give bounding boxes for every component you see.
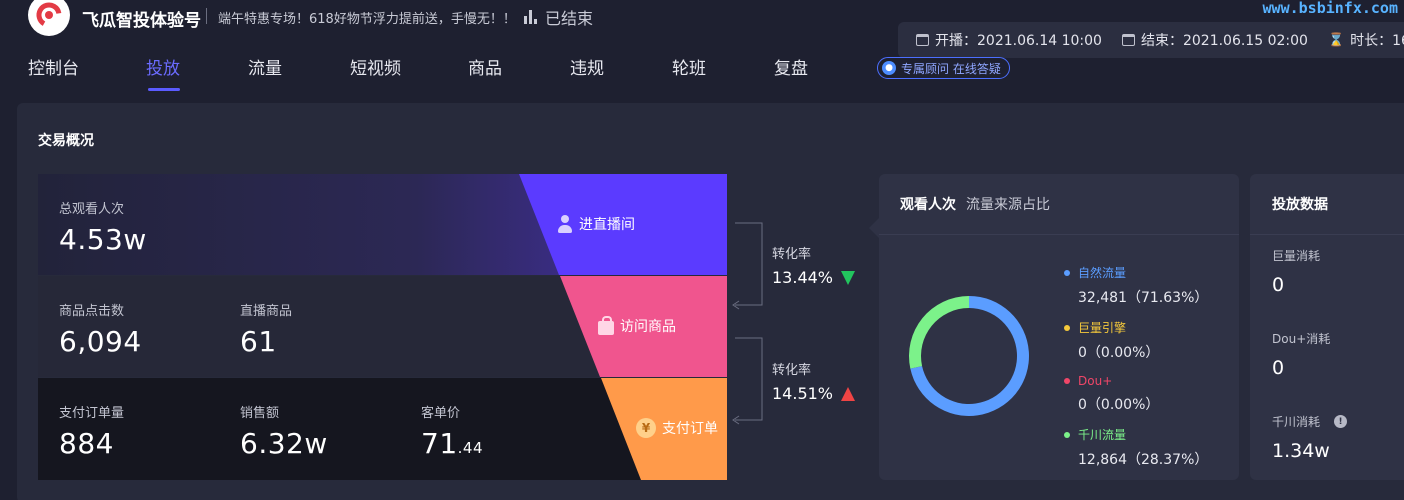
tab-review[interactable]: 复盘 <box>774 54 808 79</box>
promo-text: 端午特惠专场！618好物节浮力提前送，手慢无！！ <box>218 12 516 27</box>
ad-spend-title: 投放数据 <box>1272 197 1328 213</box>
spend-juliang: 巨量消耗 0 <box>1272 249 1321 296</box>
spend-douplus: Dou+消耗 0 <box>1272 332 1331 379</box>
traffic-donut-chart <box>909 296 1029 416</box>
traffic-card-title: 观看人次 流量来源占比 <box>900 197 1050 213</box>
calendar-icon <box>916 34 929 46</box>
tab-shifts[interactable]: 轮班 <box>672 54 706 79</box>
ad-spend-card: 投放数据 巨量消耗 0 Dou+消耗 0 千川消耗! 1.34w <box>1250 174 1404 480</box>
tab-violations[interactable]: 违规 <box>570 54 604 79</box>
shopping-bag-icon <box>598 316 614 335</box>
live-status: 已结束 <box>524 5 593 29</box>
end-time: 结束：2021.06.15 02:00 <box>1140 33 1308 49</box>
legend-value: 12,864（28.37%） <box>1078 452 1209 468</box>
conversion-rate-2: 转化率 14.51% <box>772 359 856 403</box>
tab-ads[interactable]: 投放 <box>146 54 180 79</box>
trend-up-icon <box>841 386 856 401</box>
status-text: 已结束 <box>545 9 594 28</box>
tab-console[interactable]: 控制台 <box>28 54 79 79</box>
consultant-button[interactable]: ● 专属顾问 在线答疑 <box>877 57 1010 79</box>
conversion-connectors <box>732 222 763 425</box>
chat-icon: ● <box>882 61 896 75</box>
tab-traffic[interactable]: 流量 <box>248 54 282 79</box>
broadcast-time-bar: 开播：2021.06.14 10:00 结束：2021.06.15 02:00 … <box>898 22 1404 58</box>
legend-value: 0（0.00%） <box>1078 345 1160 361</box>
legend-value: 0（0.00%） <box>1078 397 1160 413</box>
trade-overview-panel: 交易概况 总观看人次 4.53w 商品点击数 6,094 直播商品 61 支付订… <box>17 103 1404 500</box>
legend-item: 千川流量 12,864（28.37%） <box>1064 426 1208 469</box>
consultant-label: 专属顾问 在线答疑 <box>901 61 1001 76</box>
duration: 时长：16：0 <box>1350 33 1404 49</box>
legend-item: 自然流量 32,481（71.63%） <box>1064 264 1208 307</box>
legend-dot <box>1064 431 1070 438</box>
legend-item: Dou+ 0（0.00%） <box>1064 374 1208 414</box>
bar-chart-icon <box>524 10 537 24</box>
start-time: 开播：2021.06.14 10:00 <box>935 33 1102 49</box>
legend-dot <box>1064 378 1070 384</box>
legend-dot <box>1064 269 1070 276</box>
section-title: 交易概况 <box>38 133 94 149</box>
tab-short-video[interactable]: 短视频 <box>350 54 401 79</box>
funnel-label-pay: ¥ 支付订单 <box>636 418 718 438</box>
traffic-source-card: 观看人次 流量来源占比 自然流量 32,481（71.63%） 巨量引擎 0（0.00%… <box>869 174 1239 481</box>
top-header: 飞瓜智投体验号 端午特惠专场！618好物节浮力提前送，手慢无！！ 已结束 www… <box>0 0 1404 95</box>
tab-products[interactable]: 商品 <box>468 54 502 79</box>
trade-funnel: 总观看人次 4.53w 商品点击数 6,094 直播商品 61 支付订单量 88… <box>38 174 727 480</box>
watermark: www.bsbinfx.com <box>1262 0 1398 17</box>
traffic-legend: 自然流量 32,481（71.63%） 巨量引擎 0（0.00%） Dou+ 0（0.00… <box>1064 264 1208 481</box>
legend-label: Dou+ <box>1078 374 1113 388</box>
conversion-rate-1: 转化率 13.44% <box>772 243 856 287</box>
info-icon[interactable]: ! <box>1334 415 1348 428</box>
funnel-label-visit: 访问商品 <box>598 316 676 336</box>
legend-value: 32,481（71.63%） <box>1078 290 1209 306</box>
legend-label: 巨量引擎 <box>1078 321 1127 335</box>
app-logo <box>28 0 70 36</box>
funnel-label-enter: 进直播间 <box>557 214 635 234</box>
legend-item: 巨量引擎 0（0.00%） <box>1064 319 1208 362</box>
calendar-icon <box>1121 34 1135 46</box>
legend-label: 自然流量 <box>1078 266 1127 280</box>
trend-down-icon <box>841 270 856 285</box>
legend-label: 千川流量 <box>1078 428 1127 442</box>
title-divider <box>206 8 207 24</box>
yen-coin-icon: ¥ <box>636 418 656 438</box>
account-name: 飞瓜智投体验号 <box>82 11 201 31</box>
user-icon <box>557 215 573 233</box>
donut-slice <box>909 296 969 369</box>
legend-dot <box>1064 324 1070 331</box>
spend-qianchuan: 千川消耗! 1.34w <box>1272 413 1348 462</box>
active-tab-indicator <box>148 88 180 91</box>
hourglass-icon: ⌛ <box>1327 32 1345 48</box>
